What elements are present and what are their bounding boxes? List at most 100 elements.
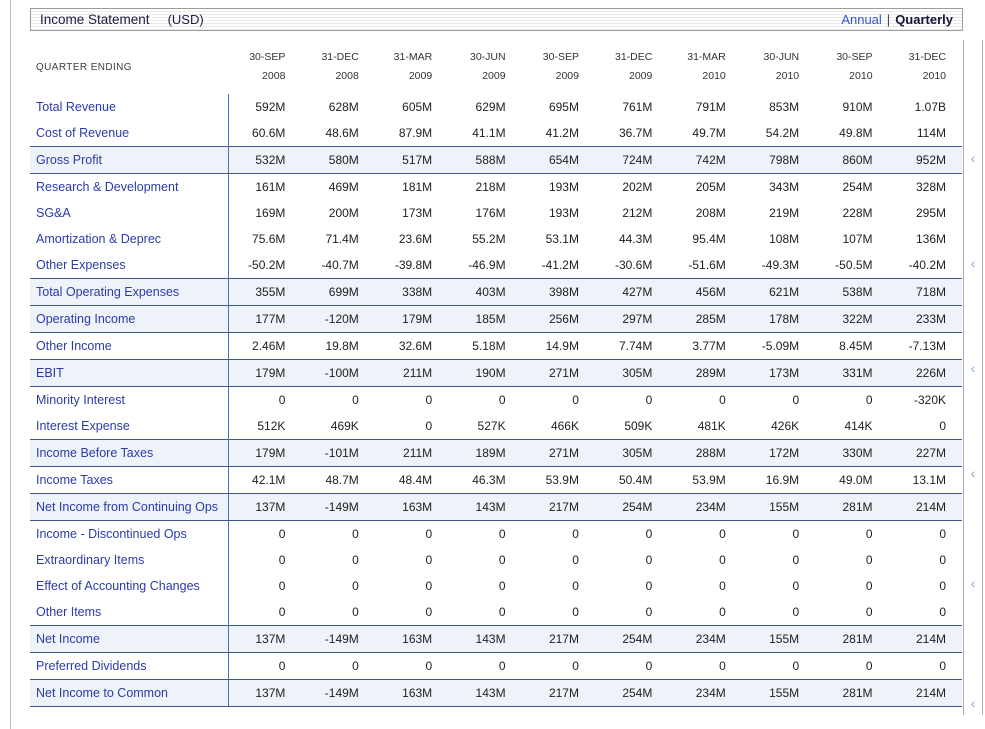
value-cell: 226M (889, 360, 962, 387)
value-cell: 699M (301, 279, 374, 306)
value-cell: 179M (228, 440, 301, 467)
value-cell: -100M (301, 360, 374, 387)
value-cell: -149M (301, 680, 374, 707)
value-cell: 254M (815, 174, 888, 201)
value-cell: 155M (742, 494, 815, 521)
value-cell: 163M (375, 494, 448, 521)
value-cell: 0 (448, 599, 521, 626)
value-cell: 0 (815, 573, 888, 599)
value-cell: 538M (815, 279, 888, 306)
value-cell: 517M (375, 147, 448, 174)
value-cell: 305M (595, 440, 668, 467)
value-cell: 48.7M (301, 467, 374, 494)
quarter-ending-header: QUARTER ENDING (30, 40, 228, 94)
value-cell: 271M (522, 440, 595, 467)
value-cell: 0 (889, 599, 962, 626)
table-row: Amortization & Deprec75.6M71.4M23.6M55.2… (30, 226, 962, 252)
value-cell: 605M (375, 94, 448, 120)
row-label-link[interactable]: Amortization & Deprec (30, 226, 228, 252)
table-row: Net Income137M-149M163M143M217M254M234M1… (30, 626, 962, 653)
row-label-link[interactable]: Income - Discontinued Ops (30, 521, 228, 548)
value-cell: 0 (815, 653, 888, 680)
row-label-link[interactable]: Net Income from Continuing Ops (30, 494, 228, 521)
row-label-link[interactable]: SG&A (30, 200, 228, 226)
value-cell: 0 (889, 521, 962, 548)
column-header-year: 2008 (302, 67, 358, 86)
value-cell: 761M (595, 94, 668, 120)
value-cell: 46.3M (448, 467, 521, 494)
table-row: Operating Income177M-120M179M185M256M297… (30, 306, 962, 333)
value-cell: 0 (228, 599, 301, 626)
column-header-month: 31-DEC (302, 48, 358, 67)
value-cell: 234M (668, 626, 741, 653)
column-header: 31-MAR2009 (375, 40, 448, 94)
row-label-link[interactable]: Minority Interest (30, 387, 228, 414)
row-label-link[interactable]: Income Taxes (30, 467, 228, 494)
value-cell: 0 (448, 547, 521, 573)
row-label-link[interactable]: Gross Profit (30, 147, 228, 174)
scroll-left-chevron-icon[interactable]: ‹ (967, 465, 979, 481)
value-cell: 0 (668, 521, 741, 548)
table-row: Other Income2.46M19.8M32.6M5.18M14.9M7.7… (30, 333, 962, 360)
value-cell: 177M (228, 306, 301, 333)
row-label-link[interactable]: Extraordinary Items (30, 547, 228, 573)
row-label-link[interactable]: Interest Expense (30, 413, 228, 440)
row-label-link[interactable]: Preferred Dividends (30, 653, 228, 680)
column-header-month: 30-JUN (449, 48, 505, 67)
value-cell: 181M (375, 174, 448, 201)
value-cell: 1.07B (889, 94, 962, 120)
scroll-left-chevron-icon[interactable]: ‹ (967, 255, 979, 271)
row-label-link[interactable]: Net Income (30, 626, 228, 653)
value-cell: -5.09M (742, 333, 815, 360)
value-cell: 0 (301, 573, 374, 599)
table-row: Income Taxes42.1M48.7M48.4M46.3M53.9M50.… (30, 467, 962, 494)
value-cell: 2.46M (228, 333, 301, 360)
value-cell: 0 (522, 573, 595, 599)
value-cell: 71.4M (301, 226, 374, 252)
row-label-link[interactable]: EBIT (30, 360, 228, 387)
scroll-left-chevron-icon[interactable]: ‹ (967, 575, 979, 591)
value-cell: 0 (815, 387, 888, 414)
value-cell: 0 (448, 653, 521, 680)
value-cell: 0 (522, 387, 595, 414)
value-cell: 288M (668, 440, 741, 467)
value-cell: 41.1M (448, 120, 521, 147)
value-cell: 0 (889, 573, 962, 599)
row-label-link[interactable]: Research & Development (30, 174, 228, 201)
value-cell: 281M (815, 680, 888, 707)
value-cell: 654M (522, 147, 595, 174)
row-label-link[interactable]: Total Operating Expenses (30, 279, 228, 306)
value-cell: -50.2M (228, 252, 301, 279)
value-cell: -49.3M (742, 252, 815, 279)
value-cell: 0 (889, 653, 962, 680)
table-row: Effect of Accounting Changes0000000000 (30, 573, 962, 599)
value-cell: 193M (522, 200, 595, 226)
row-label-link[interactable]: Cost of Revenue (30, 120, 228, 147)
value-cell: 426K (742, 413, 815, 440)
row-label-link[interactable]: Operating Income (30, 306, 228, 333)
row-label-link[interactable]: Income Before Taxes (30, 440, 228, 467)
scroll-left-chevron-icon[interactable]: ‹ (967, 150, 979, 166)
annual-view-link[interactable]: Annual (841, 12, 881, 27)
value-cell: 285M (668, 306, 741, 333)
value-cell: 0 (668, 547, 741, 573)
value-cell: 19.8M (301, 333, 374, 360)
row-label-link[interactable]: Total Revenue (30, 94, 228, 120)
row-label-link[interactable]: Net Income to Common (30, 680, 228, 707)
row-label-link[interactable]: Effect of Accounting Changes (30, 573, 228, 599)
value-cell: 0 (522, 547, 595, 573)
value-cell: 0 (301, 547, 374, 573)
row-label-link[interactable]: Other Income (30, 333, 228, 360)
row-label-link[interactable]: Other Expenses (30, 252, 228, 279)
quarterly-view-link[interactable]: Quarterly (895, 12, 953, 27)
value-cell: 178M (742, 306, 815, 333)
value-cell: 254M (595, 680, 668, 707)
value-cell: 23.6M (375, 226, 448, 252)
value-cell: 214M (889, 494, 962, 521)
value-cell: 355M (228, 279, 301, 306)
column-header-month: 30-SEP (816, 48, 872, 67)
row-label-link[interactable]: Other Items (30, 599, 228, 626)
value-cell: 481K (668, 413, 741, 440)
scroll-left-chevron-icon[interactable]: ‹ (967, 695, 979, 711)
scroll-left-chevron-icon[interactable]: ‹ (967, 360, 979, 376)
